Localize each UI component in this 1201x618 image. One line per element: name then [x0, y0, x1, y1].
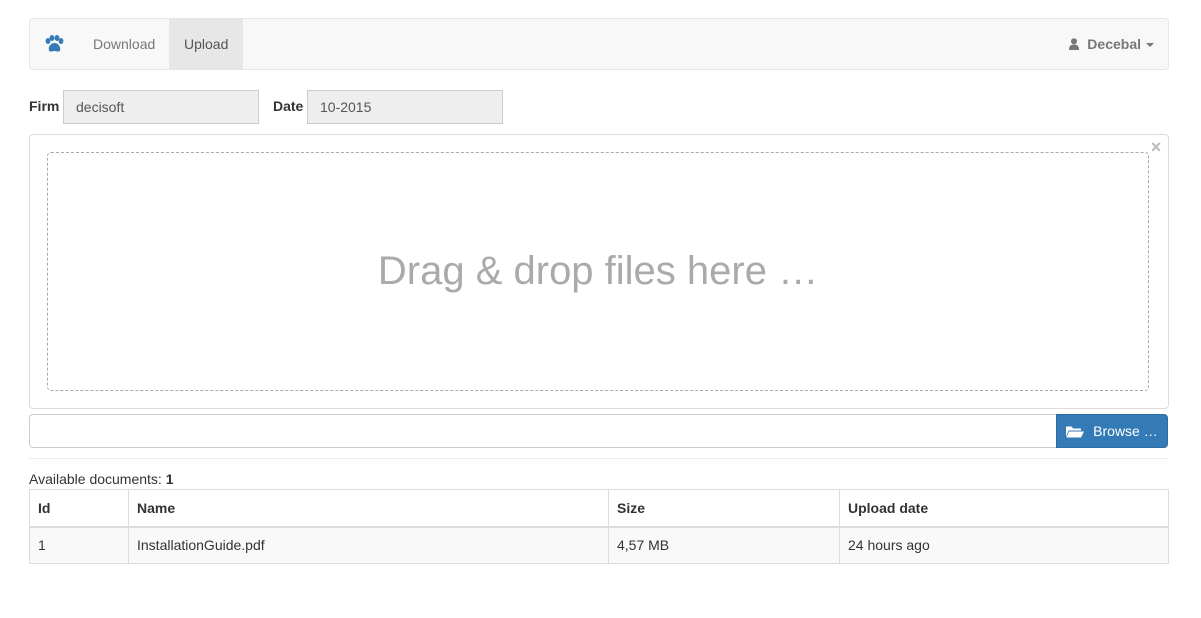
cell-upload-date: 24 hours ago	[839, 526, 1169, 564]
folder-open-icon	[1066, 423, 1093, 439]
user-menu-dropdown[interactable]: Decebal	[1069, 19, 1154, 69]
nav-upload[interactable]: Upload	[169, 19, 244, 69]
file-caption-input[interactable]	[29, 414, 1057, 448]
nav-download[interactable]: Download	[78, 19, 170, 69]
cell-name[interactable]: InstallationGuide.pdf	[128, 526, 609, 564]
browse-button-label: Browse …	[1093, 423, 1158, 439]
date-label: Date	[273, 98, 304, 114]
paw-icon[interactable]	[44, 35, 66, 55]
user-name: Decebal	[1087, 36, 1141, 52]
table-header-row: Id Name Size Upload date	[29, 489, 1169, 528]
drop-zone-text: Drag & drop files here …	[377, 249, 819, 293]
column-header-size[interactable]: Size	[608, 489, 840, 528]
column-header-upload-date[interactable]: Upload date	[839, 489, 1169, 528]
date-field[interactable]: 10-2015	[307, 90, 503, 124]
firm-label: Firm	[29, 98, 60, 114]
table-row[interactable]: 1 InstallationGuide.pdf 4,57 MB 24 hours…	[29, 526, 1169, 564]
browse-button[interactable]: Browse …	[1056, 414, 1168, 448]
caret-down-icon	[1146, 43, 1154, 48]
available-documents-count: 1	[165, 471, 174, 487]
available-documents: Available documents: 1	[29, 471, 174, 487]
top-navbar: Download Upload Decebal	[29, 18, 1169, 70]
column-header-id[interactable]: Id	[29, 489, 129, 528]
documents-table: Id Name Size Upload date 1 InstallationG…	[29, 489, 1169, 564]
firm-field[interactable]: decisoft	[63, 90, 259, 124]
cell-id: 1	[29, 526, 129, 564]
cell-size: 4,57 MB	[608, 526, 840, 564]
column-header-name[interactable]: Name	[128, 489, 609, 528]
available-documents-label: Available documents:	[29, 471, 162, 487]
page: Download Upload Decebal Firm decisoft Da…	[0, 0, 1201, 618]
upload-preview-panel: × Drag & drop files here …	[29, 134, 1169, 409]
divider	[29, 458, 1169, 459]
user-icon	[1069, 36, 1087, 52]
close-icon[interactable]: ×	[1148, 138, 1164, 156]
file-drop-zone[interactable]: Drag & drop files here …	[47, 152, 1149, 391]
